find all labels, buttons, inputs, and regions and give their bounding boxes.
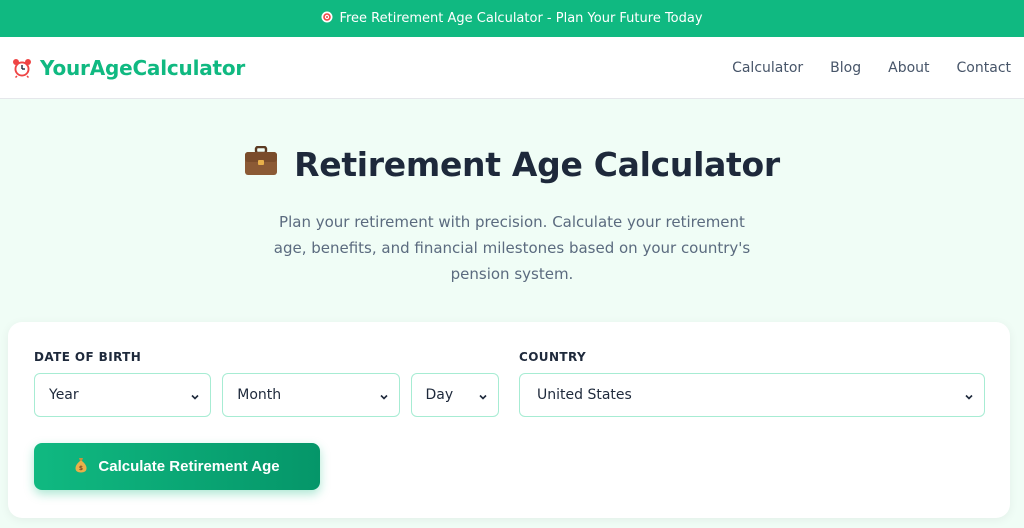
- hero-section: Retirement Age Calculator Plan your reti…: [0, 99, 1024, 287]
- dob-group: DATE OF BIRTH Year Month Day: [34, 350, 499, 417]
- country-label: COUNTRY: [519, 350, 587, 364]
- money-bag-icon: $: [74, 457, 88, 477]
- dob-label: DATE OF BIRTH: [34, 350, 142, 364]
- chevron-down-icon: [379, 390, 389, 400]
- target-icon: [321, 11, 333, 26]
- nav-link-about[interactable]: About: [888, 60, 929, 76]
- logo[interactable]: YourAgeCalculator: [12, 56, 245, 80]
- hero-description: Plan your retirement with precision. Cal…: [273, 213, 751, 283]
- navbar: YourAgeCalculator Calculator Blog About …: [0, 37, 1024, 99]
- country-group: COUNTRY United States: [519, 350, 985, 417]
- nav-link-contact[interactable]: Contact: [957, 60, 1011, 76]
- month-select-value: Month: [237, 387, 282, 403]
- calculator-form: DATE OF BIRTH Year Month Day COUNTRY Uni…: [8, 322, 1010, 518]
- svg-text:$: $: [79, 465, 83, 472]
- calculate-retirement-button[interactable]: $ Calculate Retirement Age: [34, 443, 320, 490]
- chevron-down-icon: [964, 390, 974, 400]
- top-banner: Free Retirement Age Calculator - Plan Yo…: [0, 0, 1024, 37]
- chevron-down-icon: [478, 390, 488, 400]
- year-select-value: Year: [49, 387, 79, 403]
- month-select[interactable]: Month: [222, 373, 400, 417]
- calculate-button-label: Calculate Retirement Age: [98, 458, 280, 475]
- day-select[interactable]: Day: [410, 373, 499, 417]
- chevron-down-icon: [190, 390, 200, 400]
- country-select[interactable]: United States: [519, 373, 985, 417]
- briefcase-icon: [244, 145, 278, 184]
- country-select-value: United States: [537, 387, 632, 403]
- nav-link-blog[interactable]: Blog: [830, 60, 861, 76]
- nav-links: Calculator Blog About Contact: [732, 60, 1011, 76]
- page-title-text: Retirement Age Calculator: [294, 145, 780, 184]
- alarm-clock-icon: [12, 58, 32, 78]
- page-title: Retirement Age Calculator: [0, 145, 1024, 184]
- day-select-value: Day: [425, 387, 454, 403]
- banner-text: Free Retirement Age Calculator - Plan Yo…: [339, 11, 703, 26]
- year-select[interactable]: Year: [34, 373, 212, 417]
- nav-link-calculator[interactable]: Calculator: [732, 60, 803, 76]
- logo-text: YourAgeCalculator: [40, 55, 246, 80]
